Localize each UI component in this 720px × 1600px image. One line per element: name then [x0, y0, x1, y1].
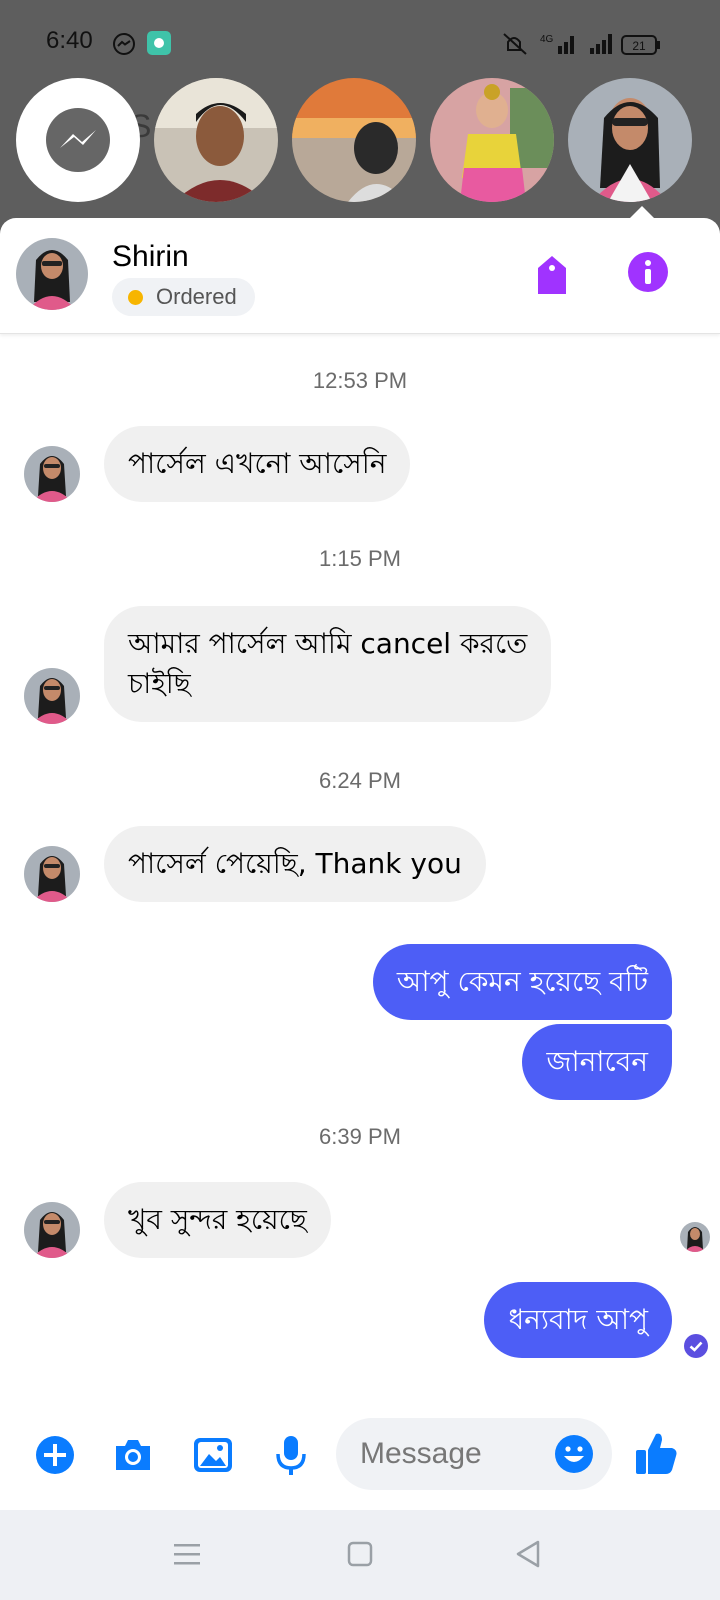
status-label: Ordered [156, 284, 237, 309]
chat-head-shirin[interactable] [568, 78, 692, 202]
plus-icon[interactable] [34, 1434, 76, 1476]
avatar[interactable] [24, 446, 80, 502]
emoji-icon[interactable] [554, 1434, 594, 1474]
delivered-check-icon [684, 1334, 708, 1358]
menu-icon[interactable] [168, 1538, 208, 1572]
seen-avatar [680, 1222, 710, 1252]
status-badge[interactable]: Ordered [112, 278, 255, 316]
timestamp: 12:53 PM [312, 368, 408, 393]
status-bar: 6:40 4G 21 [0, 0, 720, 80]
label-tag-icon[interactable] [534, 254, 570, 296]
incoming-message[interactable]: খুব সুন্দর হয়েছে [104, 1182, 331, 1258]
incoming-message[interactable]: আমার পার্সেল আমি cancel করতে চাইছি [104, 606, 552, 722]
timestamp: 1:15 PM [319, 546, 401, 571]
chat-head-sunset[interactable] [292, 78, 416, 202]
composer-bar [0, 1394, 720, 1510]
gallery-icon[interactable] [192, 1434, 234, 1476]
contact-name: Shirin [112, 240, 189, 273]
network-label: 4G [540, 34, 554, 45]
incoming-message[interactable]: পাসের্ল পেয়েছি, Thank you [104, 826, 486, 902]
avatar[interactable] [16, 238, 88, 310]
messenger-icon [46, 108, 110, 172]
avatar[interactable] [24, 668, 80, 724]
timestamp: 6:39 PM [319, 1124, 401, 1149]
camera-icon[interactable] [112, 1434, 154, 1476]
status-icons: 4G 21 [503, 33, 660, 55]
messenger-icon [113, 33, 135, 55]
chat-header: Shirin Ordered [0, 218, 720, 334]
chat-head-man[interactable] [154, 78, 278, 202]
outgoing-message[interactable]: আপু কেমন হয়েছে বটি [372, 944, 672, 1020]
system-nav-bar [0, 1510, 720, 1600]
outgoing-message[interactable]: ধন্যবাদ আপু [484, 1282, 672, 1358]
message-line: চাইছি [128, 667, 191, 700]
like-icon[interactable] [634, 1430, 678, 1476]
chat-card: Shirin Ordered 12:53 PM পার্সেল এখনো আসে… [0, 218, 720, 1510]
timestamp: 6:24 PM [319, 768, 401, 793]
info-icon[interactable] [627, 251, 669, 293]
mic-icon[interactable] [270, 1434, 312, 1476]
signal-icon [558, 34, 612, 54]
messenger-home-head[interactable] [16, 78, 140, 202]
status-time: 6:40 [46, 27, 93, 54]
avatar[interactable] [24, 1202, 80, 1258]
back-triangle-icon[interactable] [508, 1538, 548, 1572]
battery-level: 21 [632, 39, 646, 53]
message-field [336, 1418, 612, 1490]
status-dot [128, 290, 143, 305]
home-square-icon[interactable] [340, 1538, 380, 1572]
avatar[interactable] [24, 846, 80, 902]
chat-head-child[interactable] [430, 78, 554, 202]
battery-icon: 21 [621, 35, 660, 55]
message-input[interactable] [360, 1418, 540, 1490]
incoming-message[interactable]: পার্সেল এখনো আসেনি [104, 426, 411, 502]
outgoing-message[interactable]: জানাবেন [522, 1024, 672, 1100]
app-icon [147, 31, 171, 55]
mute-icon [503, 33, 527, 55]
chat-heads-row [0, 78, 720, 204]
message-line: আমার পার্সেল আমি cancel করতে [128, 627, 528, 660]
